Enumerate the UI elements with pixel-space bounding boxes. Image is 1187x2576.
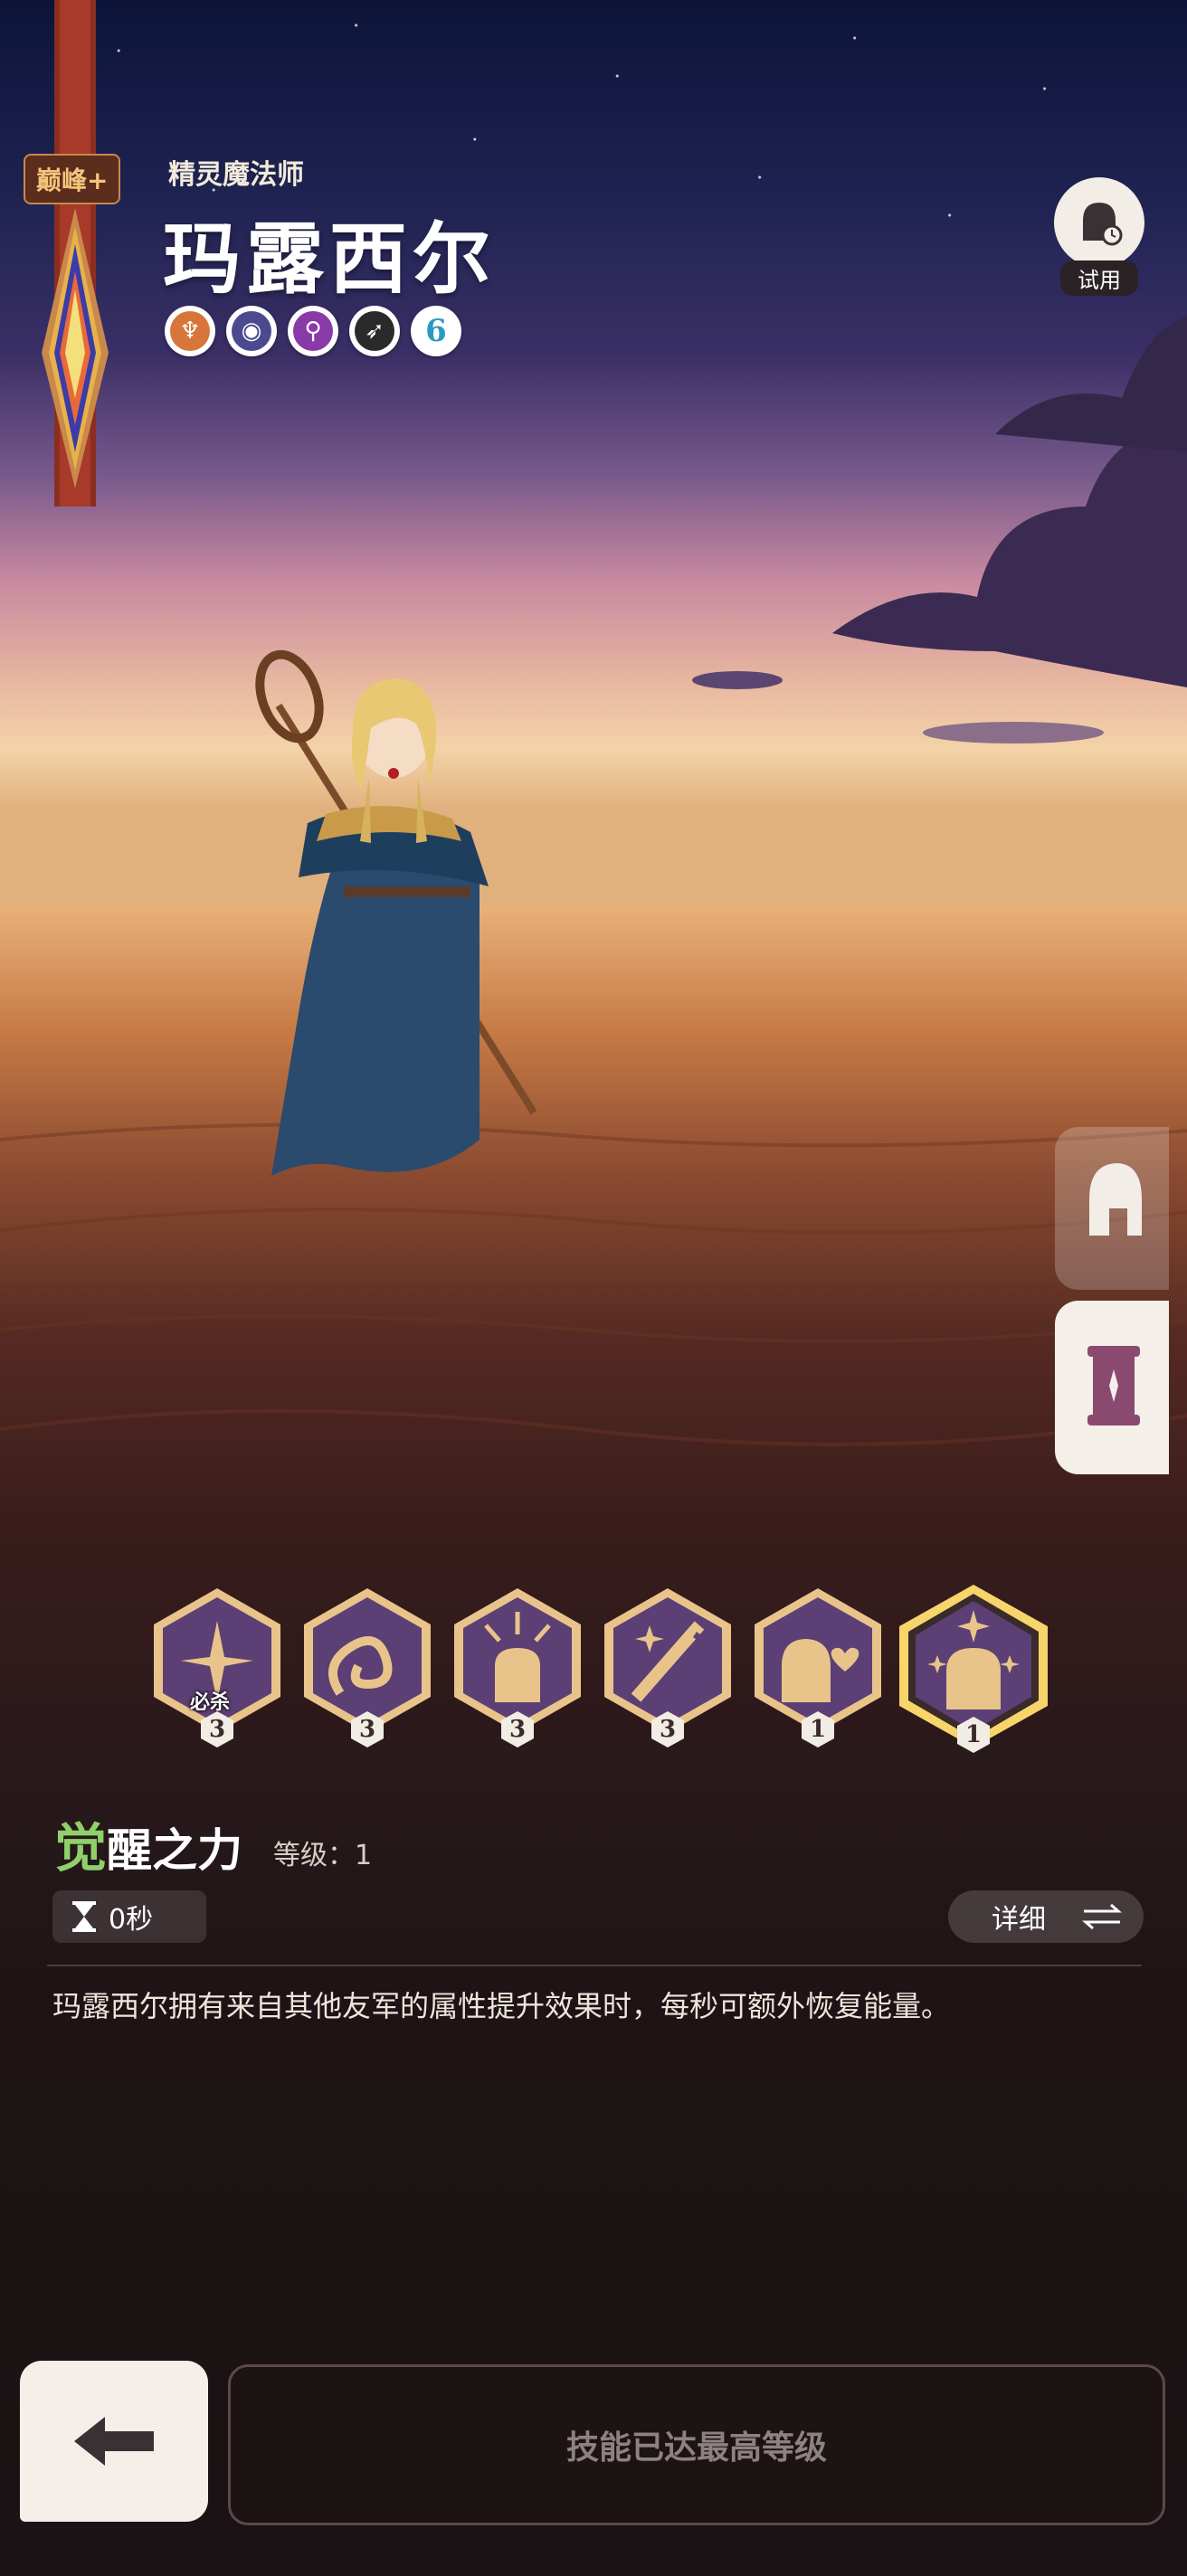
hourglass-icon — [72, 1901, 96, 1932]
skill-name: 觉醒之力 — [54, 1805, 242, 1881]
eye-icon: ◉ — [232, 311, 271, 351]
skill-description: 玛露西尔拥有来自其他友军的属性提升效果时，每秒可额外恢复能量。 — [52, 1989, 951, 2023]
skill-slot-4[interactable]: 3 — [595, 1585, 740, 1757]
skill-name-first: 觉 — [54, 1817, 108, 1879]
divider — [47, 1965, 1142, 1966]
game-scene — [0, 0, 1187, 2576]
side-tabs — [1055, 1127, 1169, 1474]
faction-badge[interactable]: ♆ — [165, 306, 215, 356]
class-badge[interactable]: ⚲ — [288, 306, 338, 356]
skill-slot-5[interactable]: 1 — [745, 1585, 890, 1757]
cooldown-badge: 0秒 — [52, 1890, 206, 1943]
scroll-card-icon — [1087, 1346, 1140, 1425]
element-badge[interactable]: ◉ — [226, 306, 277, 356]
tab-hero[interactable] — [1055, 1127, 1169, 1290]
skill-slot-3[interactable]: 3 — [445, 1585, 590, 1757]
trial-label: 试用 — [1060, 260, 1138, 296]
star-count-number: 6 — [425, 313, 447, 349]
skill-name-rest: 醒之力 — [107, 1823, 243, 1877]
hero-name: 玛露西尔 — [163, 213, 496, 305]
clouds — [692, 317, 1187, 743]
star-count-badge[interactable]: 6 — [411, 306, 461, 356]
trident-icon: ♆ — [170, 311, 210, 351]
detail-toggle-button[interactable]: 详细 — [948, 1890, 1144, 1943]
hero-class-title: 精灵魔法师 — [168, 159, 304, 191]
back-button[interactable] — [20, 2361, 208, 2522]
ultimate-tag: 必杀 — [190, 1691, 231, 1714]
detail-label: 详细 — [992, 1904, 1046, 1936]
max-level-button[interactable]: 技能已达最高等级 — [228, 2364, 1165, 2525]
skill-slot-ultimate[interactable]: 必杀 3 — [145, 1585, 290, 1757]
hero-trait-badges: ♆ ◉ ⚲ ➶ 6 — [165, 306, 461, 356]
trial-button[interactable]: 试用 — [1049, 177, 1149, 296]
magic-orb-icon: ⚲ — [293, 311, 333, 351]
character-marcille — [255, 649, 537, 1176]
max-level-label: 技能已达最高等级 — [565, 2429, 827, 2467]
wing-icon: ➶ — [355, 311, 394, 351]
knight-clock-icon — [1054, 177, 1144, 268]
tab-gear[interactable] — [1055, 1301, 1169, 1474]
skill-slot-2[interactable]: 3 — [295, 1585, 440, 1757]
cooldown-value: 0秒 — [109, 1904, 154, 1936]
skill-list: 必杀 3 3 3 3 1 1 — [145, 1585, 1068, 1766]
rank-label: 巅峰+ — [24, 154, 121, 204]
skill-slot-6-selected[interactable]: 1 — [892, 1585, 1055, 1757]
back-arrow-icon — [74, 2417, 154, 2466]
grass-texture — [0, 1122, 1187, 1446]
rank-banner — [42, 0, 109, 507]
skill-level-text: 等级：1 — [273, 1840, 373, 1871]
swap-arrows-icon — [1082, 1903, 1122, 1930]
role-badge[interactable]: ➶ — [349, 306, 400, 356]
helmet-icon — [1089, 1163, 1142, 1236]
